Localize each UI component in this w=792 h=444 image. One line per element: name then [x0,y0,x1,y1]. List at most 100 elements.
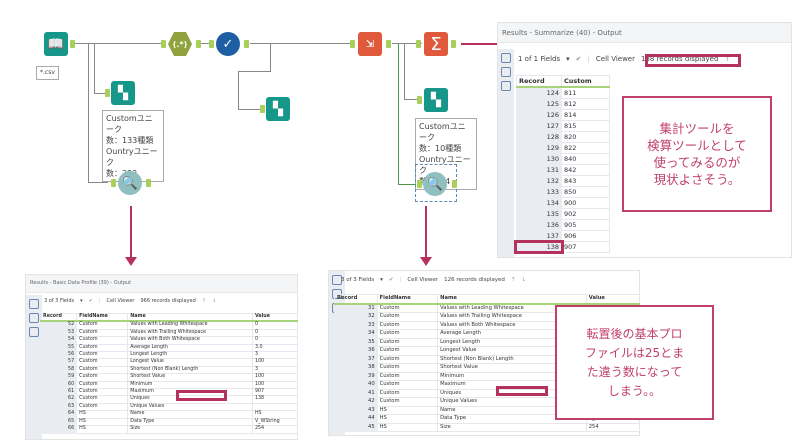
table-row[interactable]: 62 Custom Uniques 138 [39,395,299,404]
output-anchor[interactable] [452,180,457,188]
table-cell[interactable]: Custom [76,328,129,338]
output-anchor[interactable] [386,40,391,48]
table-row[interactable]: 127 815 [516,120,610,132]
fields-dropdown[interactable]: 3 of 3 Fields [44,298,74,304]
table-row[interactable]: 65 HS Data Type V_WString [39,417,299,427]
table-cell[interactable]: 811 [561,86,610,99]
table-cell[interactable]: 840 [561,153,610,165]
cell-viewer-dropdown[interactable]: Cell Viewer [596,55,635,63]
table-row[interactable]: 57 Custom Longest Value 100 [39,358,299,367]
table-cell[interactable]: Custom [376,346,439,356]
table-row[interactable]: 60 Custom Minimum 100 [39,380,299,390]
table-cell[interactable]: HS [376,422,439,432]
table-row[interactable]: 66 HS Size 254 [39,425,299,434]
table-row[interactable]: 64 HS Name HS [39,410,299,419]
table-cell[interactable]: V_WString [251,417,299,427]
table-cell[interactable]: HS [376,405,439,415]
chevron-down-icon[interactable]: ▾ [380,277,383,283]
table-view-icon[interactable] [29,299,39,309]
table-row[interactable]: 134 900 [516,197,610,209]
table-cell[interactable]: Data Type [127,417,253,427]
table-cell[interactable]: 100 [251,358,299,367]
table-cell[interactable]: Custom [76,358,129,367]
input-anchor[interactable] [417,180,422,188]
table-cell[interactable]: Shortest Value [127,373,253,382]
table-cell[interactable]: Custom [376,312,439,322]
table-cell[interactable]: Custom [76,365,129,375]
table-cell[interactable]: 842 [561,164,610,176]
scroll-down-icon[interactable]: ↓ [212,298,216,304]
column-header[interactable]: FieldName [76,313,129,323]
summary-icon[interactable] [501,67,511,77]
browse-tool[interactable]: ▚ [266,97,290,121]
table-cell[interactable]: Custom [376,397,439,407]
input-anchor[interactable] [111,179,116,187]
table-cell[interactable]: Custom [376,363,439,373]
table-cell[interactable]: HS [76,410,129,419]
table-cell[interactable]: Custom [376,354,439,364]
table-cell[interactable]: Unique Values [127,402,253,412]
cell-viewer-dropdown[interactable]: Cell Viewer [107,298,135,304]
table-cell[interactable]: 3 [251,365,299,375]
table-cell[interactable]: Name [127,410,253,419]
table-cell[interactable]: Longest Length [127,351,253,360]
input-data-tool[interactable]: 📖 [44,32,68,56]
metadata-icon[interactable] [29,327,39,337]
table-row[interactable]: 136 905 [516,219,610,231]
table-cell[interactable]: Custom [376,303,439,313]
table-cell[interactable]: Custom [76,336,129,345]
table-cell[interactable]: 3.0 [251,343,299,353]
input-anchor[interactable] [105,89,110,97]
table-cell[interactable]: 0 [251,336,299,345]
fields-dropdown[interactable]: 3 of 3 Fields [341,277,374,283]
table-cell[interactable]: Custom [376,320,439,330]
column-header[interactable]: Name [437,294,587,305]
table-row[interactable]: 132 843 [516,175,610,187]
table-row[interactable]: 130 840 [516,153,610,165]
table-cell[interactable]: HS [76,425,129,434]
apply-check-icon[interactable]: ✔ [576,55,582,63]
table-cell[interactable]: 822 [561,142,610,154]
table-cell[interactable]: Custom [76,388,129,397]
basic-data-profile-tool[interactable]: 🔍 [423,172,447,196]
input-anchor[interactable] [417,96,422,104]
table-cell[interactable]: Values with Trailing Whitespace [127,328,253,338]
input-anchor[interactable] [260,105,265,113]
table-row[interactable]: 125 812 [516,98,610,110]
table-cell[interactable]: 254 [251,425,299,434]
scroll-down-icon[interactable]: ↓ [522,277,527,283]
table-cell[interactable]: Custom [76,402,129,412]
table-view-icon[interactable] [501,53,511,63]
table-cell[interactable]: Values with Both Whitespace [127,336,253,345]
table-cell[interactable]: Custom [76,373,129,382]
table-cell[interactable]: HS [251,410,299,419]
table-cell[interactable]: 843 [561,175,610,187]
table-cell[interactable]: 814 [561,109,610,121]
table-cell[interactable]: 100 [251,380,299,390]
table-cell[interactable]: 902 [561,208,610,220]
table-cell[interactable] [251,402,299,412]
table-cell[interactable]: Minimum [127,380,253,390]
output-anchor[interactable] [196,40,201,48]
table-cell[interactable]: 3 [251,351,299,360]
table-row[interactable]: 52 Custom Values with Leading Whitespace 0 [39,320,299,330]
column-header[interactable]: Record [334,294,378,305]
browse-tool[interactable]: ▚ [424,88,448,112]
table-cell[interactable]: 100 [251,373,299,382]
table-cell[interactable]: Custom [376,371,439,381]
table-cell[interactable]: Custom [76,380,129,390]
apply-check-icon[interactable]: ✔ [389,277,394,283]
table-cell[interactable]: HS [76,417,129,427]
table-row[interactable]: 56 Custom Longest Length 3 [39,351,299,360]
table-cell[interactable]: 907 [251,388,299,397]
table-cell[interactable]: Custom [376,388,439,398]
table-cell[interactable]: HS [376,414,439,424]
input-anchor[interactable] [416,40,421,48]
summarize-tool[interactable]: Σ [424,32,448,56]
table-cell[interactable]: Average Length [127,343,253,353]
table-row[interactable]: 126 814 [516,109,610,121]
table-cell[interactable]: 905 [561,219,610,231]
table-row[interactable]: 124 811 [516,86,610,99]
table-cell[interactable]: 850 [561,186,610,198]
table-row[interactable]: 133 850 [516,186,610,198]
